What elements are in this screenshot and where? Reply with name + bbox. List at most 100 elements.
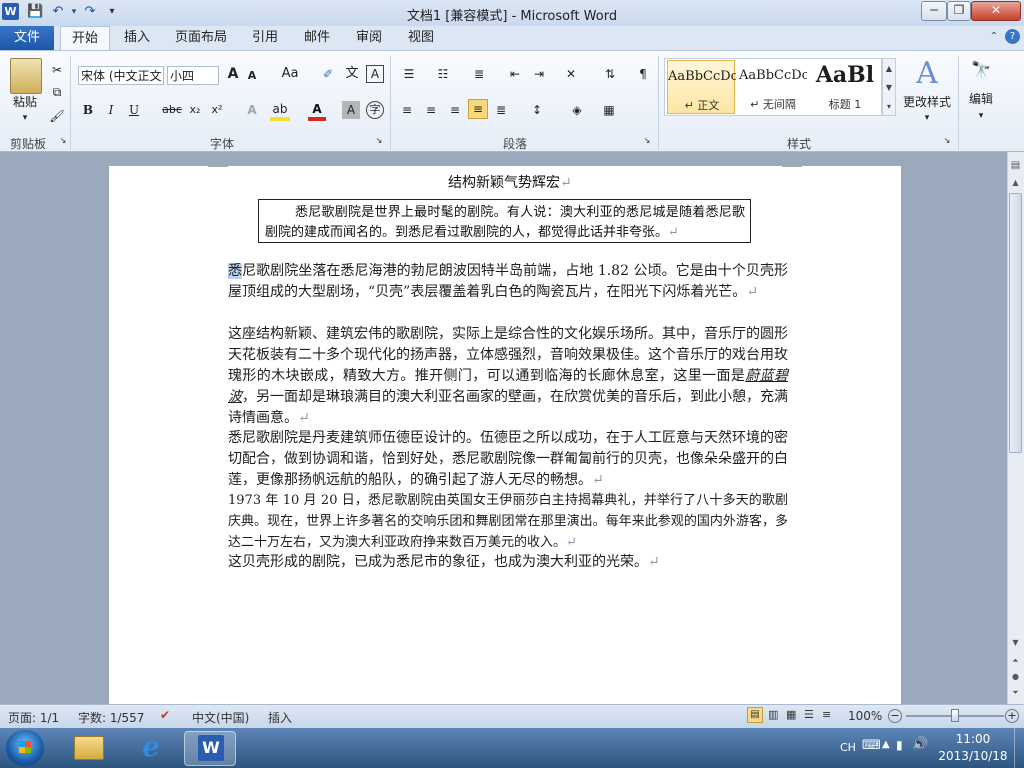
chinese-layout-icon[interactable]: ✕ (560, 64, 582, 84)
body-paragraph-2[interactable]: 这座结构新颖、建筑宏伟的歌剧院，实际上是综合性的文化娱乐场所。其中，音乐厅的圆形… (228, 324, 788, 429)
shading-icon[interactable]: ◈ (566, 100, 588, 120)
zoom-in-icon[interactable]: + (1005, 709, 1019, 723)
body-paragraph-4[interactable]: 1973 年 10 月 20 日，悉尼歌剧院由英国女王伊丽莎白主持揭幕典礼，并举… (228, 490, 788, 553)
paragraph-launcher-icon[interactable]: ↘ (642, 135, 652, 147)
shrink-font-icon[interactable]: A (244, 66, 260, 86)
zoom-level[interactable]: 100% (848, 709, 882, 723)
minimize-button[interactable]: ─ (921, 1, 947, 21)
distributed-icon[interactable]: ≣ (492, 100, 510, 120)
multilevel-list-icon[interactable]: ≣ (468, 64, 490, 84)
print-layout-view-icon[interactable]: ▤ (747, 707, 763, 723)
scroll-up-icon[interactable]: ▲ (1009, 178, 1022, 190)
find-icon[interactable]: 🔭 (968, 60, 994, 80)
zoom-out-icon[interactable]: − (888, 709, 902, 723)
ruler-toggle-icon[interactable]: ▤ (1009, 160, 1022, 174)
scroll-thumb[interactable] (1009, 193, 1022, 453)
strikethrough-button[interactable]: abc (160, 100, 184, 120)
network-icon[interactable]: ▮ (896, 738, 903, 752)
show-desktop-button[interactable] (1014, 728, 1024, 768)
clipboard-launcher-icon[interactable]: ↘ (58, 135, 68, 147)
style-heading-1[interactable]: AaBl 标题 1 (811, 60, 879, 114)
tab-file[interactable]: 文件 (0, 26, 54, 50)
char-border-icon[interactable]: A (366, 65, 384, 83)
align-left-icon[interactable]: ≡ (398, 100, 416, 120)
sort-icon[interactable]: ⇅ (600, 64, 620, 84)
volume-icon[interactable]: 🔊 (912, 737, 928, 752)
tray-expand-icon[interactable]: ▲ (882, 739, 890, 750)
proofing-icon[interactable]: ✔ (160, 708, 170, 722)
justify-icon[interactable]: ≡ (468, 99, 488, 119)
style-normal[interactable]: AaBbCcDc ↵ 正文 (667, 60, 736, 114)
numbering-icon[interactable]: ☷ (432, 64, 454, 84)
increase-indent-icon[interactable]: ⇥ (530, 64, 548, 84)
next-page-icon[interactable]: ⏷ (1009, 688, 1022, 700)
help-icon[interactable]: ? (1005, 29, 1020, 44)
restore-button[interactable]: ❐ (947, 1, 971, 21)
page-count[interactable]: 页面: 1/1 (8, 709, 59, 726)
underline-button[interactable]: U (126, 100, 142, 120)
copy-icon[interactable]: ⧉ (48, 82, 66, 102)
clock-date[interactable]: 2013/10/18 (934, 749, 1012, 763)
format-painter-icon[interactable]: 🖌 (48, 106, 66, 126)
styles-launcher-icon[interactable]: ↘ (942, 135, 952, 147)
borders-icon[interactable]: ▦ (598, 100, 620, 120)
font-color-icon[interactable]: A (308, 100, 326, 121)
cut-icon[interactable]: ✂ (48, 60, 66, 80)
tab-review[interactable]: 审阅 (350, 26, 388, 50)
boxed-paragraph[interactable]: 悉尼歌剧院是世界上最时髦的剧院。有人说：澳大利亚的悉尼城是随着悉尼歌剧院的建成而… (265, 203, 745, 243)
superscript-button[interactable]: x² (208, 100, 226, 120)
style-no-spacing[interactable]: AaBbCcDc ↵ 无间隔 (739, 60, 807, 114)
tab-page-layout[interactable]: 页面布局 (170, 26, 232, 50)
browse-object-icon[interactable]: ● (1009, 672, 1022, 684)
outline-view-icon[interactable]: ☰ (804, 708, 814, 721)
align-right-icon[interactable]: ≡ (446, 100, 464, 120)
line-spacing-icon[interactable]: ↕ (526, 100, 548, 120)
zoom-slider-thumb[interactable] (951, 709, 959, 722)
paste-icon[interactable] (10, 58, 42, 94)
body-paragraph-3[interactable]: 悉尼歌剧院是丹麦建筑师伍德臣设计的。伍德臣之所以成功，在于人工匠意与天然环境的密… (228, 428, 788, 491)
enclose-char-icon[interactable]: 字 (366, 101, 384, 119)
bold-button[interactable]: B (80, 100, 96, 120)
change-styles-icon[interactable]: A (910, 58, 944, 90)
phonetic-guide-icon[interactable]: 文 (342, 64, 362, 84)
body-paragraph-5[interactable]: 这贝壳形成的剧院，已成为悉尼市的象征，也成为澳大利亚的光荣。↵ (228, 552, 788, 573)
prev-page-icon[interactable]: ⏶ (1009, 656, 1022, 668)
align-center-icon[interactable]: ≡ (422, 100, 440, 120)
tab-view[interactable]: 视图 (402, 26, 440, 50)
grow-font-icon[interactable]: A (224, 64, 242, 84)
char-shading-icon[interactable]: A (342, 101, 360, 119)
styles-scroll[interactable]: ▲ ▼ ▾ (882, 58, 896, 116)
body-paragraph-1[interactable]: 悉尼歌剧院坐落在悉尼海港的勃尼朗波因特半岛前端，占地 1.82 公顷。它是由十个… (228, 261, 788, 303)
subscript-button[interactable]: x₂ (186, 100, 204, 120)
collapse-ribbon-icon[interactable]: ⌃ (987, 30, 1001, 44)
paste-dropdown-icon[interactable]: ▾ (16, 108, 34, 128)
clock-time[interactable]: 11:00 (938, 732, 1008, 746)
bullets-icon[interactable]: ☰ (398, 64, 420, 84)
highlight-icon[interactable]: ab (270, 100, 290, 121)
keyboard-icon[interactable]: ⌨ (862, 738, 881, 753)
scroll-down-icon[interactable]: ▼ (1009, 638, 1022, 650)
change-case-icon[interactable]: Aa (278, 64, 302, 84)
language-indicator[interactable]: 中文(中国) (192, 709, 249, 726)
font-name-box[interactable]: 宋体 (中文正文 (78, 66, 164, 85)
tab-references[interactable]: 引用 (246, 26, 284, 50)
tab-insert[interactable]: 插入 (118, 26, 156, 50)
tab-home[interactable]: 开始 (60, 26, 110, 50)
tab-mailings[interactable]: 邮件 (298, 26, 336, 50)
ime-indicator[interactable]: CH (840, 741, 856, 754)
editing-dropdown-icon[interactable]: ▾ (972, 106, 990, 126)
insert-mode[interactable]: 插入 (268, 709, 292, 726)
text-effects-icon[interactable]: A (242, 100, 262, 120)
full-screen-view-icon[interactable]: ▥ (768, 708, 778, 721)
web-layout-view-icon[interactable]: ▦ (786, 708, 796, 721)
font-launcher-icon[interactable]: ↘ (374, 135, 384, 147)
draft-view-icon[interactable]: ≡ (822, 708, 831, 721)
font-size-box[interactable]: 小四 (167, 66, 219, 85)
show-marks-icon[interactable]: ¶ (634, 64, 652, 84)
italic-button[interactable]: I (103, 100, 119, 120)
close-button[interactable]: ✕ (971, 1, 1021, 21)
decrease-indent-icon[interactable]: ⇤ (506, 64, 524, 84)
word-count[interactable]: 字数: 1/557 (78, 709, 144, 726)
clear-format-icon[interactable]: ✐ (318, 64, 338, 84)
change-styles-dropdown-icon[interactable]: ▾ (918, 108, 936, 128)
